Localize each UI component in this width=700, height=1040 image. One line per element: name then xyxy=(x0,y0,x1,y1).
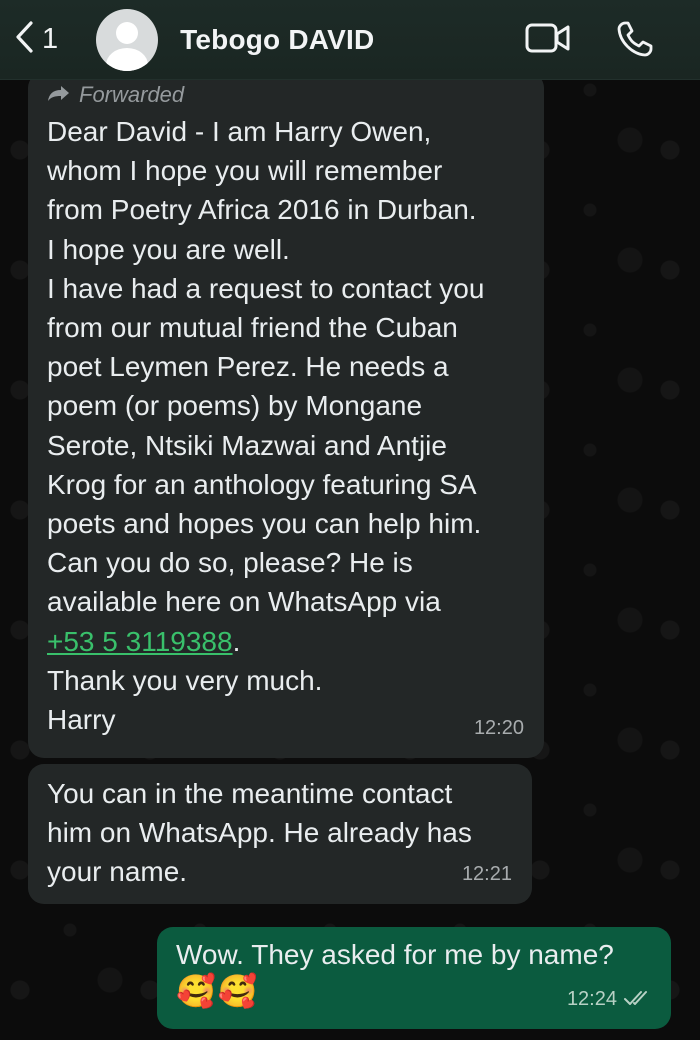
message-time: 12:21 xyxy=(461,862,512,885)
chat-screen: 1 Tebogo DAVID Forwarded Dear David - I … xyxy=(0,0,700,1040)
read-double-check-icon xyxy=(623,978,653,1017)
chat-header: 1 Tebogo DAVID xyxy=(0,0,700,80)
message-time: 12:20 xyxy=(473,716,524,739)
message-text: You can in the meantime contact him on W… xyxy=(47,778,472,888)
forwarded-label: Forwarded xyxy=(47,80,525,110)
contact-name[interactable]: Tebogo DAVID xyxy=(180,24,374,56)
message-bubble-incoming[interactable]: Forwarded Dear David - I am Harry Owen, … xyxy=(28,72,544,758)
phone-number-link[interactable]: +53 5 3119388 xyxy=(47,626,233,657)
message-text: Dear David - I am Harry Owen, whom I hop… xyxy=(47,116,485,736)
contact-avatar[interactable] xyxy=(96,8,159,71)
forward-arrow-icon xyxy=(47,80,79,110)
video-call-icon[interactable] xyxy=(524,20,572,63)
smiling-face-with-hearts-emoji: 🥰 xyxy=(176,972,216,1011)
chevron-left-icon xyxy=(14,21,34,58)
unread-count: 1 xyxy=(42,23,59,55)
message-bubble-outgoing[interactable]: Wow. They asked for me by name? 🥰 🥰 12:2… xyxy=(157,927,671,1029)
phone-call-icon[interactable] xyxy=(616,20,654,63)
smiling-face-with-hearts-emoji: 🥰 xyxy=(217,972,258,1011)
avatar-icon xyxy=(106,21,149,71)
message-bubble-incoming[interactable]: You can in the meantime contact him on W… xyxy=(28,764,532,904)
back-button[interactable]: 1 xyxy=(14,21,58,58)
message-text: Wow. They asked for me by name? xyxy=(176,939,614,970)
message-time: 12:24 xyxy=(566,987,617,1010)
